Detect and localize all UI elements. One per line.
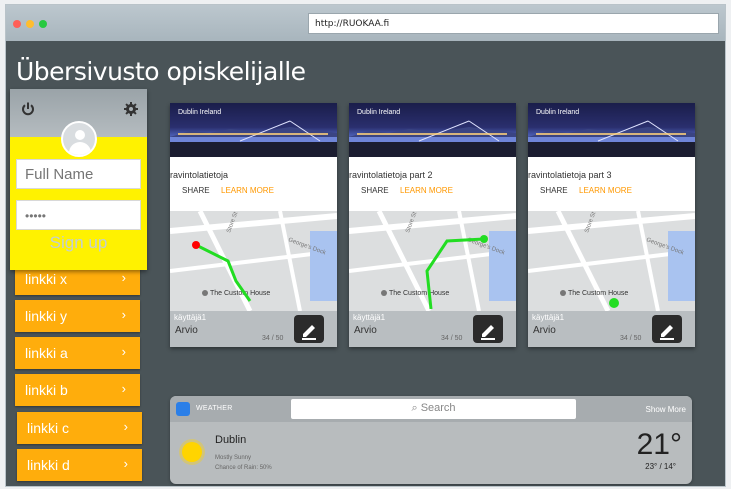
char-count: 34 / 50 — [620, 335, 642, 342]
nav-item-label: linkki a — [25, 345, 68, 361]
chevron-right-icon: › — [121, 381, 126, 396]
restaurant-card: Dublin Ireland ravintolatietoja part 2 S… — [349, 103, 516, 347]
chevron-right-icon: › — [121, 270, 126, 285]
weather-range: 23° / 14° — [645, 462, 676, 471]
card-title: ravintolatietoja part 3 — [528, 170, 612, 180]
nav-item-label: linkki y — [25, 308, 68, 324]
nav-item-linkki-b[interactable]: linkki b › — [15, 374, 140, 406]
signup-panel: ••••• Sign up — [10, 89, 147, 270]
signup-button[interactable]: Sign up — [10, 233, 147, 253]
char-count: 34 / 50 — [262, 335, 284, 342]
browser-window: http://RUOKAA.fi Übersivusto opiskelijal… — [5, 4, 726, 487]
show-more-link[interactable]: Show More — [646, 405, 686, 414]
nav-item-label: linkki c — [27, 420, 70, 436]
svg-text:The Custom House: The Custom House — [568, 290, 628, 297]
card-title: ravintolatietoja — [170, 170, 229, 180]
minimize-window-button[interactable] — [26, 20, 34, 28]
share-button[interactable]: SHARE — [361, 186, 389, 195]
learn-more-button[interactable]: LEARN MORE — [400, 186, 453, 195]
weather-condition: Mostly Sunny — [215, 455, 252, 461]
learn-more-button[interactable]: LEARN MORE — [579, 186, 632, 195]
review-label: Arvio — [533, 325, 556, 336]
avatar — [61, 121, 97, 157]
full-name-input[interactable] — [16, 159, 141, 189]
dublin-photo: Dublin Ireland — [349, 103, 516, 157]
address-bar[interactable]: http://RUOKAA.fi — [308, 13, 719, 34]
char-count: 34 / 50 — [441, 335, 463, 342]
chevron-right-icon: › — [123, 456, 128, 471]
nav-item-label: linkki x — [25, 271, 68, 287]
nav-item-label: linkki d — [27, 457, 70, 473]
pencil-icon[interactable] — [473, 315, 503, 343]
power-icon[interactable] — [18, 101, 38, 121]
gear-icon[interactable] — [121, 101, 141, 121]
learn-more-button[interactable]: LEARN MORE — [221, 186, 274, 195]
share-button[interactable]: SHARE — [540, 186, 568, 195]
card-title: ravintolatietoja part 2 — [349, 170, 433, 180]
password-field[interactable]: ••••• — [16, 200, 141, 230]
username: käyttäjä1 — [174, 313, 207, 322]
weather-app-label: WEATHER — [196, 405, 233, 412]
nav-item-label: linkki b — [25, 382, 68, 398]
map[interactable]: Store St George's Dock The Custom House — [349, 211, 516, 311]
nav-item-linkki-a[interactable]: linkki a › — [15, 337, 140, 369]
username: käyttäjä1 — [532, 313, 565, 322]
photo-caption: Dublin Ireland — [536, 109, 580, 116]
weather-rain-chance: Chance of Rain: 50% — [215, 465, 272, 471]
svg-text:The Custom House: The Custom House — [389, 290, 449, 297]
weather-widget: WEATHER ⌕ Search Show More Dublin Mostly… — [170, 396, 692, 484]
dublin-photo: Dublin Ireland — [170, 103, 337, 157]
photo-caption: Dublin Ireland — [178, 109, 222, 116]
weather-temperature: 21° — [636, 428, 682, 461]
review-label: Arvio — [175, 325, 198, 336]
maximize-window-button[interactable] — [39, 20, 47, 28]
search-placeholder: Search — [420, 402, 456, 414]
review-label: Arvio — [354, 325, 377, 336]
share-button[interactable]: SHARE — [182, 186, 210, 195]
close-window-button[interactable] — [13, 20, 21, 28]
weather-city: Dublin — [215, 434, 247, 446]
nav-item-linkki-c[interactable]: linkki c › — [17, 412, 142, 444]
restaurant-card: Dublin Ireland ravintolatietoja part 3 S… — [528, 103, 695, 347]
pencil-icon[interactable] — [652, 315, 682, 343]
weather-search-input[interactable]: ⌕ Search — [291, 399, 576, 419]
pencil-icon[interactable] — [294, 315, 324, 343]
map[interactable]: Store St George's Dock The Custom House — [170, 211, 337, 311]
weather-app-icon — [176, 402, 190, 416]
dublin-photo: Dublin Ireland — [528, 103, 695, 157]
page-title: Übersivusto opiskelijalle — [16, 57, 306, 86]
username: käyttäjä1 — [353, 313, 386, 322]
chevron-right-icon: › — [121, 307, 126, 322]
browser-toolbar: http://RUOKAA.fi — [6, 5, 725, 41]
sun-icon — [182, 442, 202, 462]
search-icon: ⌕ — [411, 402, 418, 414]
svg-text:The Custom House: The Custom House — [210, 290, 270, 297]
map[interactable]: Store St George's Dock The Custom House — [528, 211, 695, 311]
nav-item-linkki-y[interactable]: linkki y › — [15, 300, 140, 332]
chevron-right-icon: › — [123, 419, 128, 434]
restaurant-card: Dublin Ireland ravintolatietoja SHARE LE… — [170, 103, 337, 347]
nav-item-linkki-d[interactable]: linkki d › — [17, 449, 142, 481]
photo-caption: Dublin Ireland — [357, 109, 401, 116]
chevron-right-icon: › — [121, 344, 126, 359]
